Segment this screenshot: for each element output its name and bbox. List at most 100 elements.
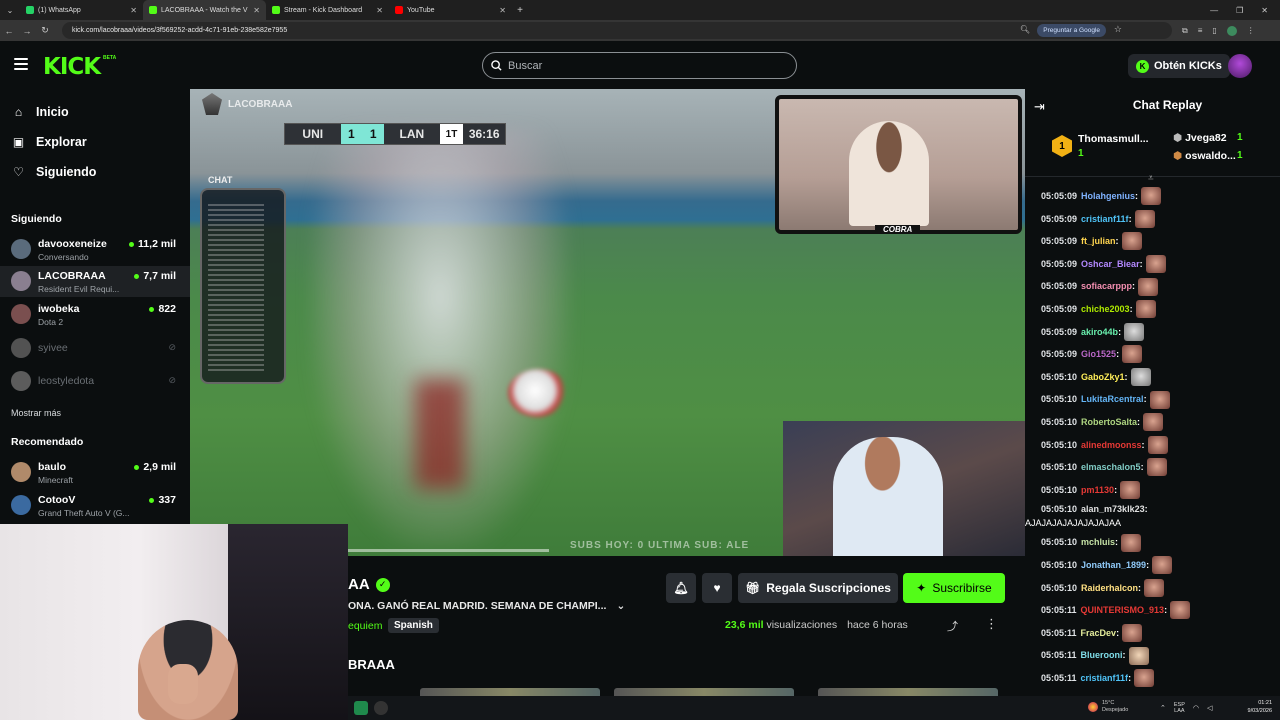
address-bar[interactable]: kick.com/lacobraaa/videos/3f569252-acdd-…	[62, 22, 1172, 39]
bookmark-star-icon[interactable]: ☆	[1114, 24, 1122, 35]
chat-username[interactable]: FracDev	[1081, 622, 1117, 645]
chat-username[interactable]: LukitaRcentral	[1081, 388, 1144, 411]
chat-username[interactable]: mchluis	[1081, 531, 1115, 554]
chat-username[interactable]: chiche2003	[1081, 298, 1130, 321]
channel-baulo[interactable]: baulo Minecraft 2,9 mil	[0, 457, 190, 488]
search-box[interactable]	[482, 52, 797, 79]
chat-username[interactable]: QUINTERISMO_913	[1081, 599, 1165, 622]
back-icon[interactable]: ←	[0, 26, 18, 36]
kick-logo[interactable]: KICK	[43, 54, 101, 80]
chat-username[interactable]: Gio1525	[1081, 343, 1116, 366]
new-tab-icon[interactable]: +	[512, 5, 528, 16]
temperature: 15°C	[1102, 700, 1115, 706]
notifications-button[interactable]: 🔔︎	[666, 573, 696, 603]
chat-username[interactable]: Jonathan_1899	[1081, 554, 1146, 577]
tab-search-icon[interactable]: ⌄	[0, 6, 20, 15]
channel-cotoov[interactable]: CotooV Grand Theft Auto V (G... 337	[0, 490, 190, 521]
chat-username[interactable]: Oshcar_Biear	[1081, 253, 1140, 276]
input-language[interactable]: ESP LAA	[1174, 702, 1185, 714]
channel-davooxeneize[interactable]: davooxeneize Conversando 11,2 mil	[0, 234, 190, 265]
chat-username[interactable]: RobertoSalta	[1081, 411, 1137, 434]
chat-username[interactable]: cristianf11f	[1081, 667, 1129, 690]
chat-username[interactable]: pm1130	[1081, 479, 1114, 502]
taskbar-clock[interactable]: 01:21 9/03/2026	[1248, 700, 1272, 715]
more-options-icon[interactable]: ⋮	[985, 616, 998, 632]
channel-syivee[interactable]: syivee ⊘	[0, 333, 190, 364]
chat-timestamp: 05:05:11	[1041, 650, 1077, 661]
browser-tab-youtube[interactable]: YouTube ✕	[389, 0, 512, 20]
tab-close-icon[interactable]: ✕	[499, 6, 506, 15]
zoom-icon[interactable]: 🔍︎	[1020, 25, 1030, 34]
chat-username[interactable]: akiro44b	[1081, 321, 1118, 344]
streamer-figure	[849, 121, 929, 226]
follow-button[interactable]: ♥	[702, 573, 732, 603]
following-heading: Siguiendo	[11, 213, 62, 225]
chat-username[interactable]: elmaschalon5	[1081, 456, 1141, 479]
chat-username[interactable]: Holahgenius	[1081, 185, 1135, 208]
url-text: kick.com/lacobraaa/videos/3f569252-acdd-…	[72, 27, 288, 34]
ask-google-button[interactable]: Preguntar a Google	[1037, 24, 1106, 37]
sidepanel-icon[interactable]: ▯	[1212, 26, 1216, 35]
tab-close-icon[interactable]: ✕	[253, 6, 260, 15]
leader-3-label: oswaldo...	[1185, 150, 1236, 162]
wifi-icon[interactable]: ◠	[1193, 704, 1199, 712]
tray-chevron-icon[interactable]: ⌃	[1160, 704, 1166, 712]
language-tag[interactable]: Spanish	[388, 618, 439, 633]
reload-icon[interactable]: ↻	[36, 25, 54, 36]
emote-icon	[1120, 481, 1141, 500]
forward-icon[interactable]: →	[18, 26, 36, 36]
menu-kebab-icon[interactable]: ⋮	[1247, 26, 1255, 35]
chevron-down-icon[interactable]: ⌄	[616, 600, 625, 612]
chat-username[interactable]: Bluerooni	[1081, 644, 1123, 667]
extensions-icon[interactable]: ⧉	[1182, 26, 1188, 36]
browser-tab-kick-dashboard[interactable]: Stream - Kick Dashboard ✕	[266, 0, 389, 20]
search-icon	[491, 60, 502, 71]
get-kicks-button[interactable]: K Obtén KICKs	[1128, 54, 1230, 78]
chat-username[interactable]: ft_julian	[1081, 230, 1116, 253]
taskbar-app-icon[interactable]	[374, 701, 388, 715]
channel-lacobraaa[interactable]: LACOBRAAA Resident Evil Requi... 7,7 mil	[0, 266, 190, 297]
chat-username[interactable]: sofiacarppp	[1081, 275, 1132, 298]
gift-subs-button[interactable]: 🎁︎ Regala Suscripciones	[738, 573, 898, 603]
channel-title[interactable]: AA ✓	[348, 576, 390, 593]
volume-icon[interactable]: ◁	[1207, 704, 1212, 712]
chat-username[interactable]: Raiderhalcon	[1081, 577, 1138, 600]
leader-3-name[interactable]: ⬢ oswaldo...	[1173, 150, 1236, 162]
video-player[interactable]: LACOBRAAA UNI 1 1 LAN 1T 36:16 CHAT COBR…	[190, 89, 1025, 556]
chat-username[interactable]: GaboZky1	[1081, 366, 1125, 389]
browser-tab-kick-video[interactable]: LACOBRAAA - Watch the V ✕	[143, 0, 266, 20]
minimize-icon[interactable]: —	[1210, 6, 1218, 15]
leader-1-name[interactable]: Thomasmull...	[1078, 133, 1149, 145]
sidebar-item-label: Inicio	[36, 105, 69, 119]
leader-2-name[interactable]: ⬢ Jvega82	[1173, 132, 1227, 144]
chat-username[interactable]: cristianf11f	[1081, 208, 1129, 231]
sidebar-item-following[interactable]: ♡ Siguiendo	[12, 165, 96, 179]
maximize-icon[interactable]: ❐	[1236, 6, 1243, 15]
menu-hamburger-icon[interactable]	[14, 58, 28, 70]
show-more-link[interactable]: Mostrar más	[11, 408, 61, 418]
cobra-badge-icon	[202, 93, 222, 115]
chat-username[interactable]: alan_m73klk23	[1081, 502, 1145, 516]
browser-tab-whatsapp[interactable]: (1) WhatsApp ✕	[20, 0, 143, 20]
tab-close-icon[interactable]: ✕	[130, 6, 137, 15]
tab-title: YouTube	[407, 6, 435, 14]
channel-leostyledota[interactable]: leostyledota ⊘	[0, 366, 190, 397]
share-icon[interactable]: ⤴	[947, 618, 958, 634]
subscribe-button[interactable]: ✦ Suscribirse	[903, 573, 1005, 603]
pin-icon[interactable]: ⩡	[1148, 173, 1154, 184]
taskbar-app-icon[interactable]	[354, 701, 368, 715]
weather-widget[interactable]: 15°C Despejado	[1088, 700, 1128, 714]
close-window-icon[interactable]: ✕	[1261, 6, 1268, 15]
subs-ticker: SUBS HOY: 0 ULTIMA SUB: ALE	[570, 540, 750, 551]
media-icon[interactable]: ≡	[1198, 26, 1203, 35]
video-category-link[interactable]: equiem	[348, 620, 382, 632]
channel-iwobeka[interactable]: iwobeka Dota 2 822	[0, 299, 190, 330]
search-input[interactable]	[508, 59, 768, 72]
chat-username[interactable]: alinedmoonss	[1081, 434, 1142, 457]
user-avatar[interactable]	[1228, 54, 1252, 78]
profile-avatar[interactable]	[1226, 25, 1237, 36]
chat-timestamp: 05:05:09	[1041, 191, 1078, 201]
sidebar-item-home[interactable]: ⌂ Inicio	[12, 105, 69, 119]
sidebar-item-explore[interactable]: ▣ Explorar	[12, 135, 87, 149]
tab-close-icon[interactable]: ✕	[376, 6, 383, 15]
